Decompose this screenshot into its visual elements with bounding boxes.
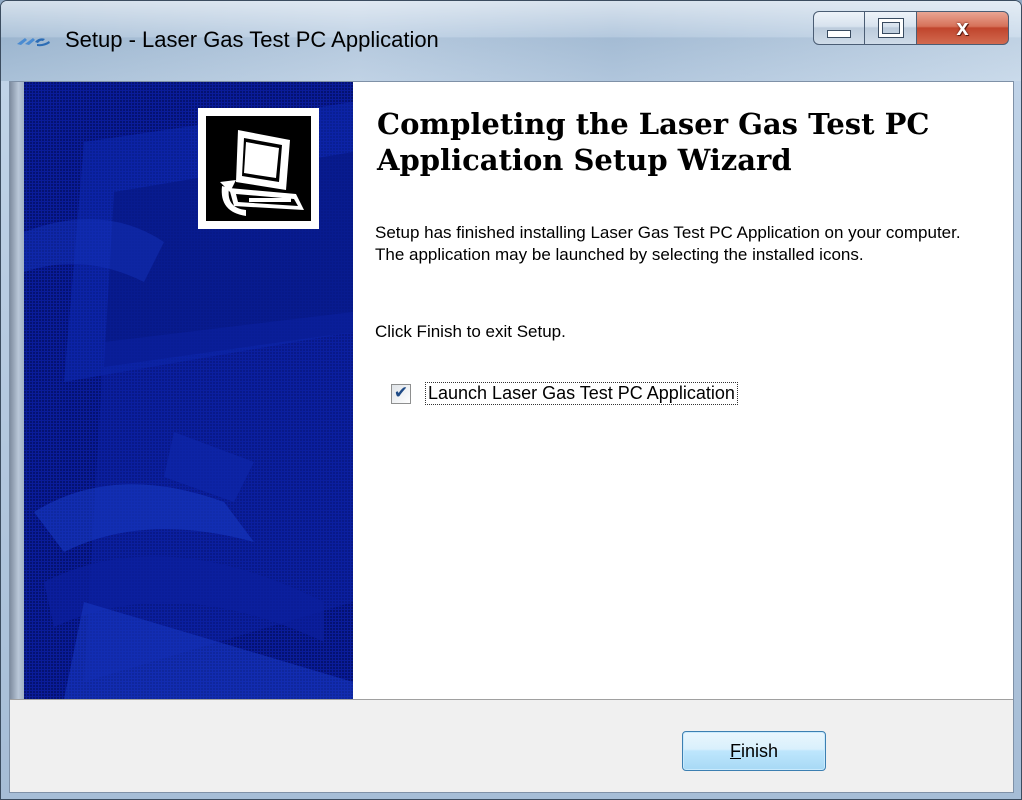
close-button[interactable]: x xyxy=(917,11,1009,45)
launch-checkbox[interactable]: ✔ xyxy=(391,383,411,404)
checkmark-icon: ✔ xyxy=(393,383,409,403)
wizard-client-area: Completing the Laser Gas Test PC Applica… xyxy=(9,81,1014,793)
title-bar[interactable]: Setup - Laser Gas Test PC Application x xyxy=(1,1,1021,81)
finish-button[interactable]: Finish xyxy=(682,731,826,771)
finish-label: inish xyxy=(740,740,779,761)
hs-logo-icon xyxy=(17,38,50,47)
window-title: Setup - Laser Gas Test PC Application xyxy=(65,27,439,52)
caption-buttons: x xyxy=(813,11,1009,47)
wizard-button-bar: Finish xyxy=(10,699,1013,792)
maximize-icon xyxy=(878,19,903,37)
minimize-button[interactable] xyxy=(813,11,865,45)
computer-setup-icon xyxy=(198,108,319,229)
maximize-button[interactable] xyxy=(865,11,917,45)
launch-checkbox-row[interactable]: ✔ Launch Laser Gas Test PC Application xyxy=(391,382,738,405)
wizard-body-text: Setup has finished installing Laser Gas … xyxy=(375,223,961,264)
window-edge xyxy=(10,82,24,699)
finish-hint-text: Click Finish to exit Setup. xyxy=(375,322,566,341)
launch-checkbox-label[interactable]: Launch Laser Gas Test PC Application xyxy=(425,382,738,405)
wizard-banner xyxy=(24,82,353,699)
setup-window: Setup - Laser Gas Test PC Application x xyxy=(0,0,1022,800)
banner-artwork xyxy=(24,82,353,699)
wizard-heading: Completing the Laser Gas Test PC Applica… xyxy=(377,107,930,177)
finish-mnemonic: F xyxy=(729,740,741,761)
wizard-content: Completing the Laser Gas Test PC Applica… xyxy=(353,82,1013,699)
minimize-icon xyxy=(827,30,851,38)
close-icon: x xyxy=(956,15,969,40)
